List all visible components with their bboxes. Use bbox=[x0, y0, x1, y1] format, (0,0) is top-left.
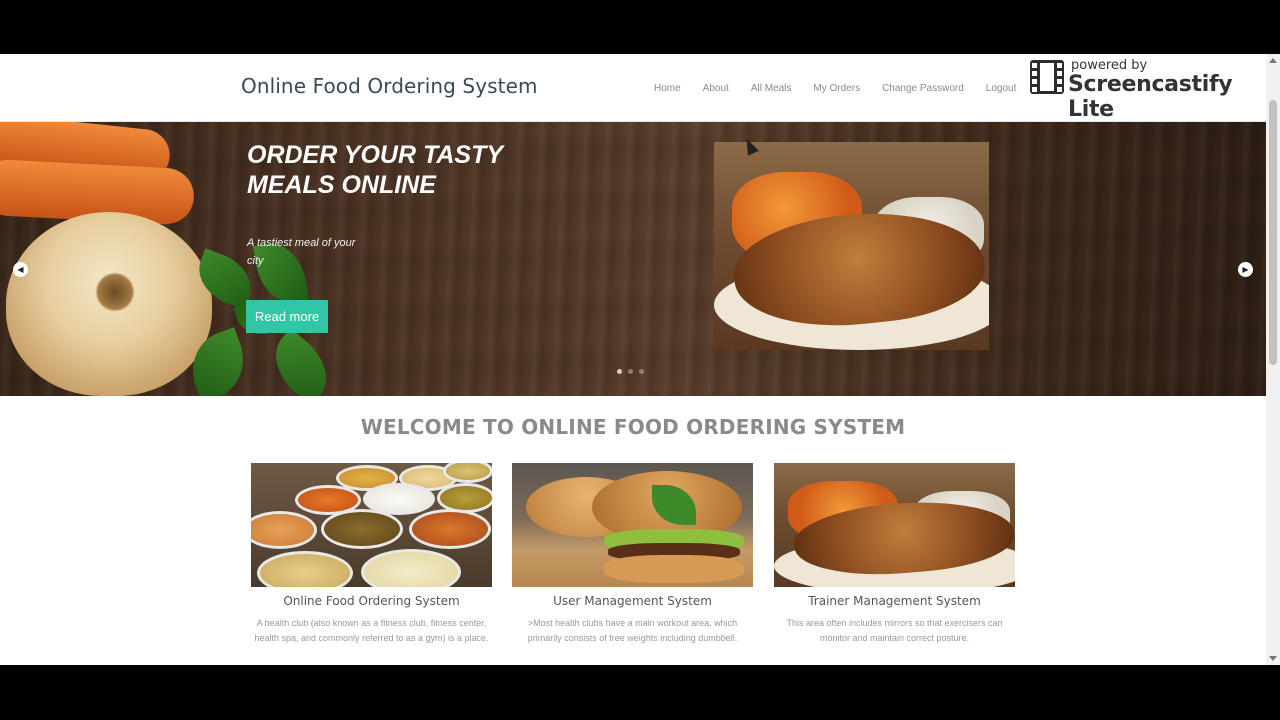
basil-leaf bbox=[260, 328, 342, 396]
bowl bbox=[257, 551, 353, 587]
video-letterbox-top bbox=[0, 0, 1280, 54]
nav-about[interactable]: About bbox=[703, 83, 729, 94]
scroll-thumb[interactable] bbox=[1269, 100, 1277, 365]
slider-dot[interactable] bbox=[628, 369, 633, 374]
main-nav: Home About All Meals My Orders Change Pa… bbox=[654, 83, 1038, 94]
hero-subtitle: A tastiest meal of your city bbox=[247, 237, 356, 267]
card-title[interactable]: User Management System bbox=[512, 594, 753, 608]
nav-logout[interactable]: Logout bbox=[986, 83, 1017, 94]
slider-dot[interactable] bbox=[617, 369, 622, 374]
screencastify-watermark: powered by Screencastify Lite bbox=[1030, 58, 1273, 122]
film-icon bbox=[1030, 60, 1064, 94]
bowl bbox=[361, 549, 461, 587]
bowl bbox=[251, 511, 317, 549]
page-scrollbar[interactable] bbox=[1266, 54, 1280, 665]
site-brand[interactable]: Online Food Ordering System bbox=[241, 74, 538, 98]
nav-home[interactable]: Home bbox=[654, 83, 681, 94]
watermark-brand-text: Screencastify Lite bbox=[1068, 72, 1233, 122]
nav-change-password[interactable]: Change Password bbox=[882, 83, 964, 94]
feature-card: Trainer Management System This area ofte… bbox=[774, 463, 1015, 646]
onion-root bbox=[95, 272, 135, 312]
video-letterbox-bottom bbox=[0, 665, 1280, 720]
chicken-image bbox=[774, 463, 1015, 587]
nav-my-orders[interactable]: My Orders bbox=[813, 83, 860, 94]
hero-slider: ORDER YOUR TASTY MEALS ONLINE A tastiest… bbox=[0, 122, 1266, 396]
slider-dot[interactable] bbox=[639, 369, 644, 374]
card-text: A health club (also known as a fitness c… bbox=[254, 618, 489, 643]
welcome-heading: WELCOME TO ONLINE FOOD ORDERING SYSTEM bbox=[360, 415, 906, 439]
chevron-right-icon: ▶ bbox=[1242, 265, 1249, 274]
card-text: >Most health clubs have a main workout a… bbox=[527, 618, 738, 643]
browser-viewport: Online Food Ordering System Home About A… bbox=[0, 54, 1280, 665]
feature-card: Online Food Ordering System A health clu… bbox=[251, 463, 492, 646]
feature-card: User Management System >Most health club… bbox=[512, 463, 753, 646]
bowl bbox=[321, 509, 403, 549]
card-title[interactable]: Online Food Ordering System bbox=[251, 594, 492, 608]
chevron-left-icon: ◀ bbox=[17, 265, 24, 274]
hero-food-photo bbox=[714, 142, 989, 350]
card-text: This area often includes mirrors so that… bbox=[786, 618, 1003, 643]
card-title[interactable]: Trainer Management System bbox=[774, 594, 1015, 608]
slider-next-button[interactable]: ▶ bbox=[1238, 262, 1253, 277]
scroll-down-icon[interactable] bbox=[1269, 656, 1277, 661]
slider-indicators bbox=[617, 369, 644, 374]
nav-all-meals[interactable]: All Meals bbox=[751, 83, 792, 94]
bowls-image bbox=[251, 463, 492, 587]
burger-image bbox=[512, 463, 753, 587]
hero-title: ORDER YOUR TASTY MEALS ONLINE bbox=[247, 141, 503, 199]
watermark-small-text: powered by bbox=[1071, 58, 1148, 73]
bowl bbox=[409, 509, 491, 549]
read-more-button[interactable]: Read more bbox=[246, 300, 328, 333]
slider-prev-button[interactable]: ◀ bbox=[13, 262, 28, 277]
burger-bun bbox=[604, 555, 744, 583]
